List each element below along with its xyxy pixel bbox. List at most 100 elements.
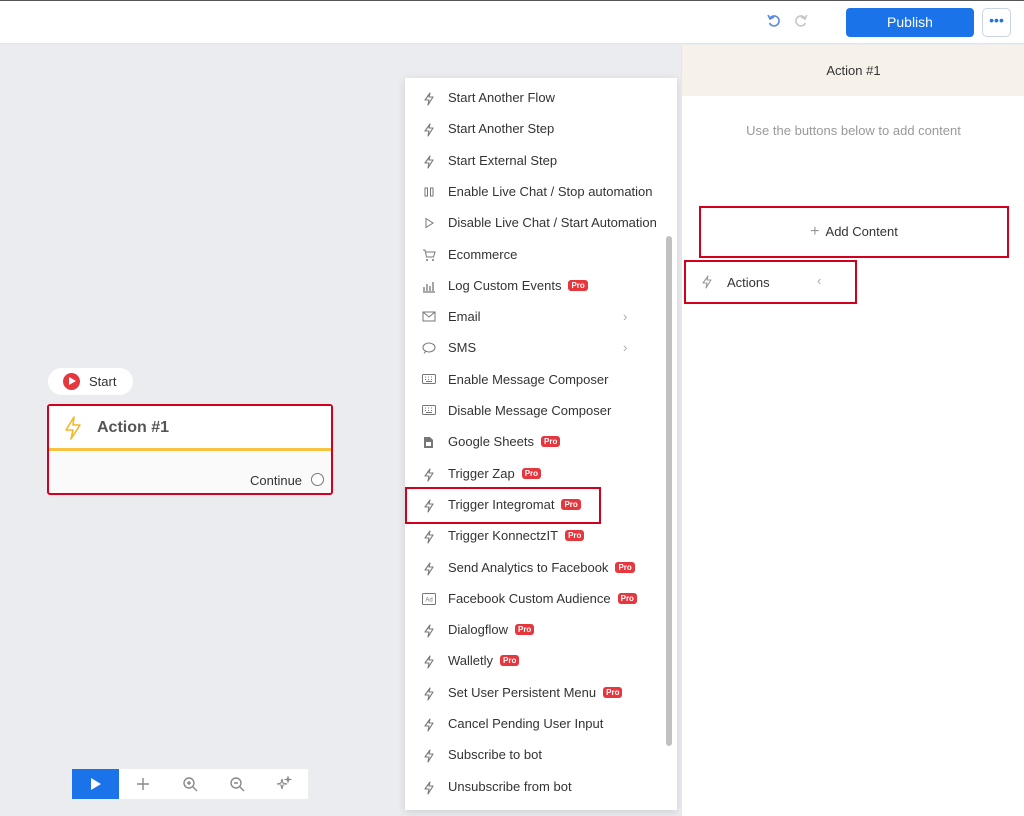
- menu-item[interactable]: Unsubscribe from bot: [405, 772, 665, 803]
- menu-item[interactable]: Google Sheets Pro: [405, 427, 665, 458]
- menu-item-label: Dialogflow Pro: [448, 622, 535, 637]
- menu-item-label: Start External Step: [448, 153, 557, 168]
- menu-item[interactable]: Ad Facebook Custom Audience Pro: [405, 584, 665, 615]
- pause-icon: [422, 186, 435, 199]
- continue-port[interactable]: [311, 473, 324, 486]
- menu-item-label: Cancel Pending User Input: [448, 716, 603, 731]
- chevron-right-icon: ›: [623, 309, 628, 325]
- menu-item[interactable]: Set User Persistent Menu Pro: [405, 678, 665, 709]
- sparkle-icon: [276, 775, 293, 790]
- menu-item[interactable]: Start External Step: [405, 146, 665, 177]
- pro-badge: Pro: [617, 592, 637, 604]
- pro-badge: Pro: [568, 279, 588, 291]
- auto-arrange-button[interactable]: [260, 769, 307, 799]
- bolt-icon: [422, 655, 435, 669]
- menu-item[interactable]: Disable Live Chat / Start Automation: [405, 208, 665, 239]
- menu-item-label: SMS: [448, 340, 476, 355]
- menu-item[interactable]: Trigger KonnectzIT Pro: [405, 521, 665, 552]
- publish-button[interactable]: Publish: [846, 8, 974, 37]
- action-node-header: Action #1: [49, 406, 331, 451]
- bolt-icon: [422, 561, 435, 576]
- bolt-icon: [422, 687, 435, 701]
- pro-badge: Pro: [514, 624, 535, 636]
- menu-item-label: Disable Message Composer: [448, 403, 611, 418]
- menu-item[interactable]: Start Another Step: [405, 114, 665, 145]
- bolt-icon: [422, 530, 435, 544]
- start-node[interactable]: Start: [48, 368, 133, 395]
- menu-item[interactable]: Email ›: [405, 302, 665, 333]
- bolt-icon: [422, 781, 435, 795]
- redo-icon[interactable]: [793, 13, 809, 29]
- plus-icon: [136, 778, 149, 790]
- menu-item-label: Email: [448, 309, 481, 324]
- menu-item-text: Disable Live Chat / Start Automation: [448, 215, 657, 231]
- canvas-toolbar: [72, 769, 308, 799]
- menu-item-label: Unsubscribe from bot: [448, 779, 572, 794]
- actions-menu-toggle[interactable]: Actions ‹: [684, 260, 857, 304]
- menu-item-label: Start Another Step: [448, 121, 554, 136]
- menu-item-text: Ecommerce: [448, 246, 518, 262]
- bolt-icon: [65, 416, 81, 440]
- chevron-left-icon: ‹: [817, 273, 822, 288]
- add-content-label: Add Content: [825, 224, 898, 239]
- top-bar: Publish •••: [0, 0, 1024, 44]
- pro-badge: Pro: [500, 655, 520, 667]
- menu-item-label: Send Analytics to Facebook Pro: [448, 560, 635, 575]
- menu-item-text: Enable Message Composer: [448, 371, 609, 387]
- menu-item-text: Subscribe to bot: [448, 747, 542, 763]
- chevron-right-icon: ›: [623, 340, 628, 356]
- panel-hint: Use the buttons below to add content: [746, 123, 961, 138]
- play-circle-icon: [63, 373, 80, 390]
- zoom-in-icon: [182, 777, 197, 792]
- menu-item-label: Trigger KonnectzIT Pro: [448, 528, 585, 543]
- continue-label: Continue: [250, 473, 303, 488]
- menu-item-text: Walletly: [448, 653, 494, 669]
- menu-item-label: Start Another Flow: [448, 90, 555, 105]
- plus-icon: +: [810, 223, 820, 240]
- keyboard-icon: [422, 405, 436, 418]
- bolt-icon: [422, 123, 435, 137]
- add-node-button[interactable]: [119, 769, 166, 799]
- mail-icon: [422, 311, 436, 324]
- menu-item[interactable]: Ecommerce: [405, 240, 665, 271]
- pro-badge: Pro: [615, 561, 635, 573]
- more-options-button[interactable]: •••: [982, 8, 1011, 37]
- menu-item[interactable]: Enable Live Chat / Stop automation: [405, 177, 665, 208]
- menu-item[interactable]: Dialogflow Pro: [405, 615, 665, 646]
- menu-item-text: Set User Persistent Menu: [448, 684, 597, 700]
- menu-item-label: Facebook Custom Audience Pro: [448, 591, 637, 606]
- sms-icon: [422, 342, 436, 355]
- actions-dropdown-menu: Start Another Flow Start Another Step Star…: [405, 78, 677, 810]
- undo-icon[interactable]: [766, 13, 782, 29]
- menu-item[interactable]: Start Another Flow: [405, 83, 665, 114]
- menu-item[interactable]: Send Analytics to Facebook Pro: [405, 553, 665, 584]
- menu-item-text: Disable Message Composer: [448, 403, 612, 418]
- start-label: Start: [89, 374, 117, 389]
- menu-item[interactable]: Subscribe to bot: [405, 740, 665, 771]
- pro-badge: Pro: [603, 686, 623, 698]
- menu-item-text: Cancel Pending User Input: [448, 716, 604, 731]
- menu-item[interactable]: Disable Message Composer: [405, 396, 665, 427]
- menu-item[interactable]: Enable Message Composer: [405, 365, 665, 396]
- panel-title: Action #1: [682, 45, 1024, 96]
- menu-item-label: Enable Live Chat / Stop automation: [448, 184, 653, 199]
- menu-item[interactable]: Cancel Pending User Input: [405, 709, 665, 740]
- menu-item-label: Subscribe to bot: [448, 747, 542, 762]
- menu-item-text: Start Another Flow: [448, 90, 555, 105]
- add-content-button[interactable]: + Add Content: [699, 206, 1009, 258]
- menu-item[interactable]: Log Custom Events Pro: [405, 271, 665, 302]
- bolt-icon: [702, 275, 712, 289]
- zoom-out-button[interactable]: [213, 769, 260, 799]
- svg-text:Ad: Ad: [425, 597, 432, 603]
- menu-item[interactable]: Walletly Pro: [405, 646, 665, 677]
- bolt-icon: [422, 468, 435, 482]
- action-node[interactable]: Action #1 Continue: [47, 404, 333, 495]
- menu-item-label: Google Sheets Pro: [448, 434, 561, 449]
- menu-scrollbar[interactable]: [666, 236, 672, 746]
- menu-item[interactable]: Trigger Zap Pro: [405, 459, 665, 490]
- zoom-in-button[interactable]: [166, 769, 213, 799]
- menu-item[interactable]: SMS ›: [405, 333, 665, 364]
- preview-play-button[interactable]: [72, 769, 119, 799]
- actions-label: Actions: [727, 275, 770, 290]
- menu-item-text: Start External Step: [448, 152, 558, 168]
